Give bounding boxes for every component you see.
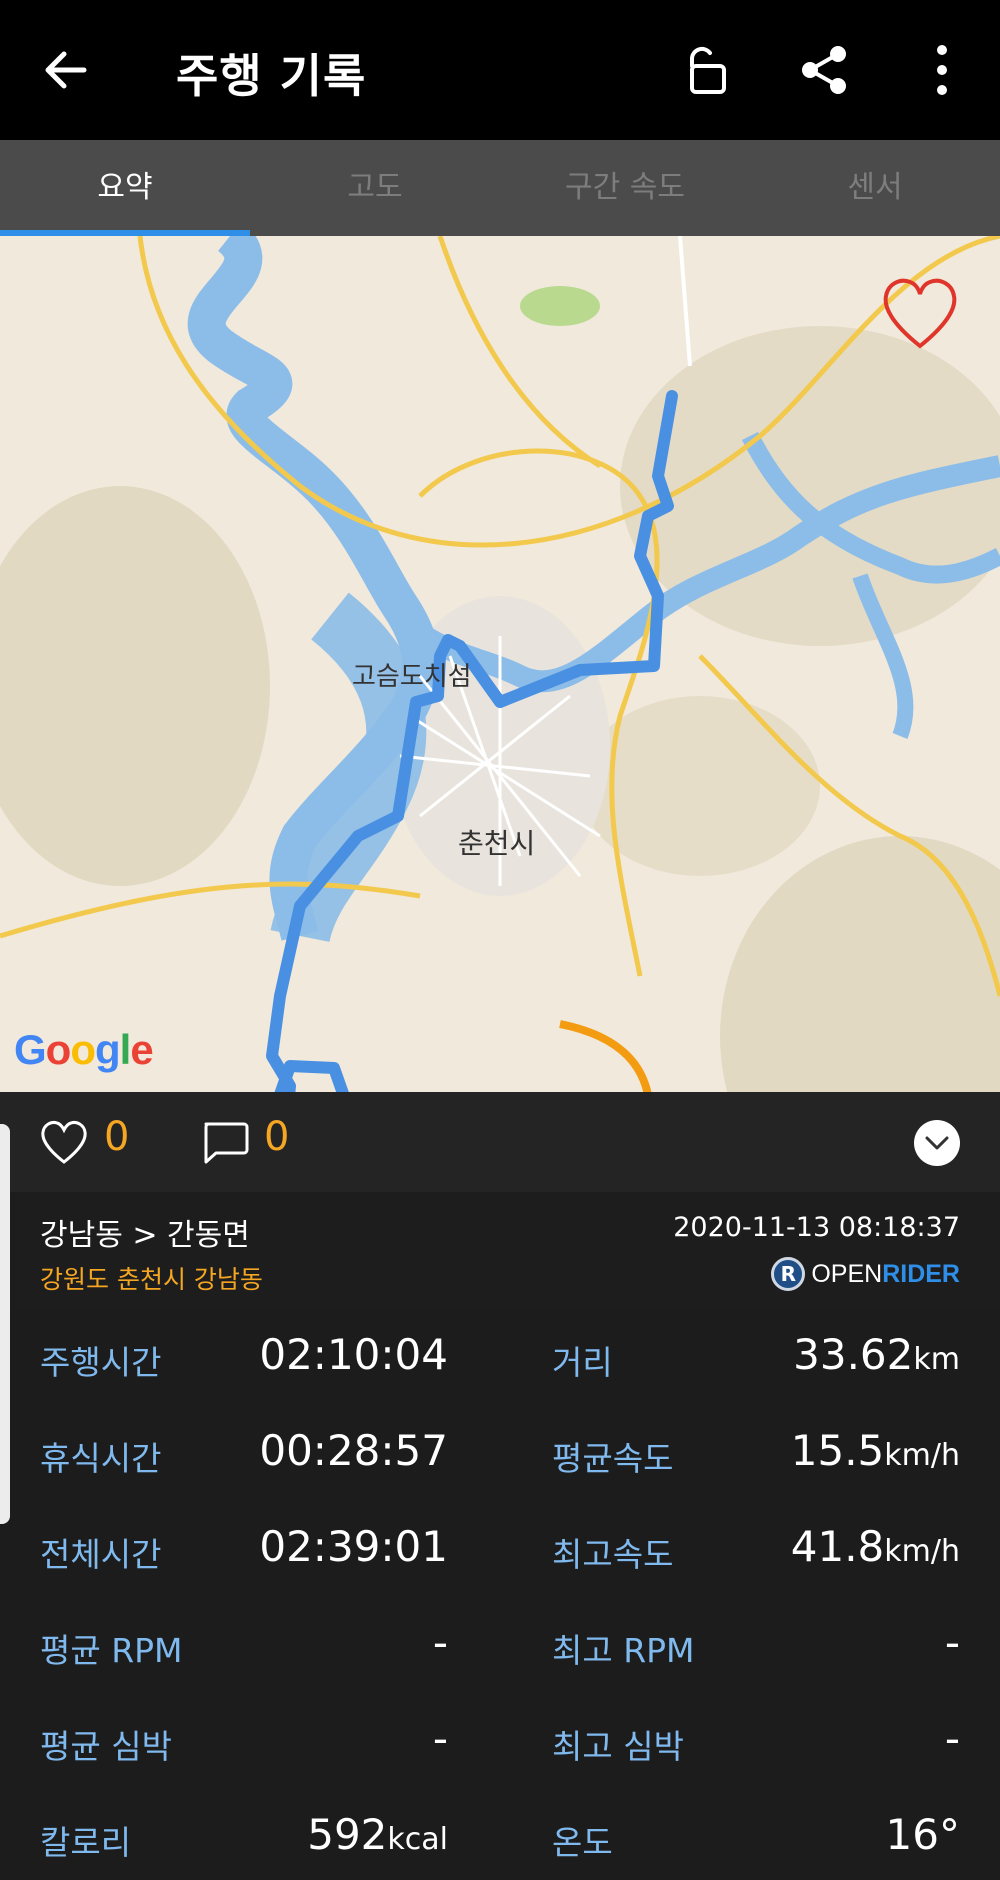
stat-value: 33.62km [793, 1330, 960, 1379]
comment-icon[interactable] [200, 1120, 250, 1166]
tab-elevation[interactable]: 고도 [250, 140, 500, 236]
route-info: 강남동 > 간동면 강원도 춘천시 강남동 2020-11-13 08:18:3… [0, 1192, 1000, 1310]
stat-value: - [945, 1714, 960, 1763]
map-canvas [0, 236, 1000, 1092]
stat-number: 33.62 [793, 1330, 914, 1379]
comment-count: 0 [264, 1114, 290, 1160]
stat-value: - [945, 1618, 960, 1667]
stat-value: 15.5km/h [791, 1426, 960, 1475]
social-bar: 0 0 [0, 1092, 1000, 1192]
stat-number: 02:39:01 [259, 1522, 448, 1571]
stat-label: 평균 RPM [40, 1631, 183, 1670]
stat-value: 592kcal [307, 1810, 448, 1859]
tab-sensor[interactable]: 센서 [750, 140, 1000, 236]
stat-number: - [432, 1714, 448, 1763]
stat-label: 평균 심박 [40, 1727, 172, 1766]
stat-unit: km/h [884, 1438, 960, 1473]
stat-unit: kcal [387, 1822, 448, 1857]
stat-value: - [433, 1714, 448, 1763]
openrider-logo: R OPEN RIDER [771, 1256, 960, 1292]
stat-number: 41.8 [790, 1522, 885, 1571]
tab-summary[interactable]: 요약 [0, 140, 250, 236]
stat-label: 평균속도 [552, 1439, 674, 1478]
stat-value: 41.8km/h [791, 1522, 960, 1571]
stat-number: - [432, 1618, 448, 1667]
stat-label: 주행시간 [40, 1343, 162, 1382]
chevron-down-icon [925, 1136, 949, 1150]
favorite-heart-icon[interactable] [880, 276, 960, 350]
stat-number: 592 [307, 1810, 388, 1859]
stat-number: - [944, 1714, 960, 1763]
stat-unit: km/h [884, 1534, 960, 1569]
stat-number: 02:10:04 [259, 1330, 448, 1379]
stat-row: 주행시간 02:10:04 거리 33.62km [0, 1310, 1000, 1406]
stat-value: 16° [886, 1810, 960, 1859]
unlock-icon[interactable] [678, 42, 734, 98]
stat-value: 02:39:01 [259, 1522, 448, 1571]
map-label-island: 고슴도치섬 [352, 662, 472, 692]
expand-button[interactable] [914, 1120, 960, 1166]
stat-value: - [433, 1618, 448, 1667]
google-logo: Google [14, 1026, 154, 1073]
brand-open-text: OPEN [811, 1259, 883, 1288]
stat-label: 거리 [552, 1343, 613, 1382]
stat-number: 00:28:57 [259, 1426, 448, 1475]
stat-label: 최고 심박 [552, 1727, 684, 1766]
stat-label: 전체시간 [40, 1535, 162, 1574]
arrow-left-icon[interactable] [38, 42, 94, 98]
stat-label: 최고속도 [552, 1535, 674, 1574]
route-datetime: 2020-11-13 08:18:37 [673, 1212, 960, 1243]
side-drawer-handle[interactable] [0, 1124, 10, 1524]
stat-row: 평균 RPM - 최고 RPM - [0, 1598, 1000, 1694]
stat-row: 전체시간 02:39:01 최고속도 41.8km/h [0, 1502, 1000, 1598]
stat-number: 15.5 [790, 1426, 885, 1475]
stat-unit: km [913, 1342, 960, 1377]
stat-value: 02:10:04 [259, 1330, 448, 1379]
route-map[interactable]: 고슴도치섬 춘천시 [0, 236, 1000, 1092]
stat-row: 휴식시간 00:28:57 평균속도 15.5km/h [0, 1406, 1000, 1502]
stat-label: 휴식시간 [40, 1439, 162, 1478]
like-heart-icon[interactable] [40, 1120, 88, 1164]
like-count: 0 [104, 1114, 130, 1160]
stat-label: 온도 [552, 1823, 613, 1862]
route-name: 강남동 > 간동면 [40, 1218, 250, 1253]
stat-number: 16° [885, 1810, 960, 1859]
stat-row: 평균 심박 - 최고 심박 - [0, 1694, 1000, 1790]
stats-panel: 주행시간 02:10:04 거리 33.62km 휴식시간 00:28:57 평균속도 15.… [0, 1310, 1000, 1880]
tab-segment-speed[interactable]: 구간 속도 [500, 140, 750, 236]
app-bar: 주행 기록 [0, 0, 1000, 140]
stat-number: - [944, 1618, 960, 1667]
brand-rider-text: RIDER [882, 1259, 960, 1288]
openrider-mark: R [771, 1257, 806, 1291]
stat-label: 최고 RPM [552, 1631, 695, 1670]
page-title: 주행 기록 [176, 49, 367, 103]
share-icon[interactable] [796, 42, 852, 98]
stat-label: 칼로리 [40, 1823, 132, 1862]
route-address: 강원도 춘천시 강남동 [40, 1265, 263, 1294]
more-vert-icon[interactable] [914, 42, 970, 98]
map-label-city: 춘천시 [458, 827, 536, 860]
stat-value: 00:28:57 [259, 1426, 448, 1475]
tab-bar: 요약 고도 구간 속도 센서 [0, 140, 1000, 236]
stat-row: 칼로리 592kcal 온도 16° [0, 1790, 1000, 1880]
